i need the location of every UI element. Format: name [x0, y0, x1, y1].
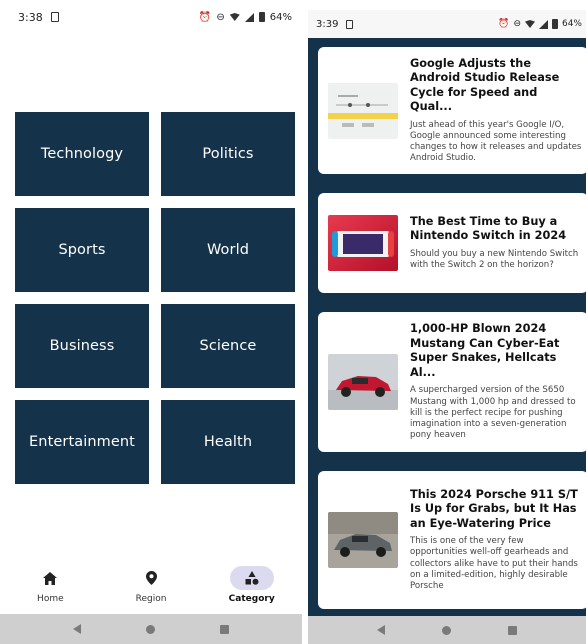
article-description: This is one of the very few opportunitie… — [410, 536, 578, 592]
nav-active-indicator — [229, 566, 274, 590]
alarm-icon: ⏰ — [198, 11, 212, 23]
battery-icon — [258, 12, 265, 22]
sim-icon — [50, 12, 59, 22]
category-sports[interactable]: Sports — [15, 208, 149, 292]
dnd-icon: ⊖ — [513, 19, 521, 29]
category-screen: 3:38 ⏰ ⊖ 64% Technology Politics Sports … — [0, 0, 302, 644]
category-entertainment[interactable]: Entertainment — [15, 400, 149, 484]
category-technology[interactable]: Technology — [15, 112, 149, 196]
article-description: Should you buy a new Nintendo Switch wit… — [410, 248, 579, 270]
category-grid: Technology Politics Sports World Busines… — [15, 112, 295, 484]
article-card[interactable]: The Best Time to Buy a Nintendo Switch i… — [318, 193, 586, 293]
category-world[interactable]: World — [161, 208, 295, 292]
article-thumbnail — [328, 215, 398, 271]
article-thumbnail — [328, 512, 398, 568]
article-card[interactable]: Google Adjusts the Android Studio Releas… — [318, 47, 586, 174]
category-icon — [245, 571, 259, 585]
battery-level-right: 64% — [561, 19, 582, 29]
battery-icon — [551, 19, 558, 29]
category-science[interactable]: Science — [161, 304, 295, 388]
back-icon[interactable] — [72, 624, 81, 634]
system-nav-bar-right — [308, 616, 586, 644]
article-description: A supercharged version of the S650 Musta… — [410, 385, 576, 441]
article-title: The Best Time to Buy a Nintendo Switch i… — [410, 214, 567, 243]
article-card[interactable]: This 2024 Porsche 911 S/T Is Up for Grab… — [318, 471, 586, 609]
nav-category-label: Category — [228, 594, 275, 604]
nav-category[interactable]: Category — [201, 560, 302, 614]
nav-home-label: Home — [37, 594, 64, 604]
home-icon — [43, 571, 58, 585]
battery-level: 64% — [269, 11, 292, 23]
status-bar-right: 3:39 ⏰ ⊖ 64% — [308, 10, 586, 38]
dnd-icon: ⊖ — [216, 11, 225, 23]
status-time-right: 3:39 — [316, 18, 339, 30]
article-card[interactable]: 1,000-HP Blown 2024 Mustang Can Cyber-Ea… — [318, 312, 586, 452]
location-pin-icon — [145, 571, 157, 585]
nav-region-label: Region — [135, 594, 167, 604]
category-health[interactable]: Health — [161, 400, 295, 484]
system-nav-bar — [0, 614, 302, 644]
article-thumbnail — [328, 82, 398, 139]
signal-icon — [244, 12, 254, 22]
wifi-icon — [524, 20, 535, 28]
article-list-screen: 3:39 ⏰ ⊖ 64% Google Adjusts the Android … — [308, 10, 586, 644]
home-circle-icon[interactable] — [441, 625, 451, 635]
signal-icon — [538, 19, 548, 29]
article-description: Just ahead of this year's Google I/O, Go… — [410, 119, 582, 164]
article-title: This 2024 Porsche 911 S/T Is Up for Grab… — [410, 487, 578, 530]
recents-icon[interactable] — [508, 625, 518, 635]
wifi-icon — [229, 13, 240, 21]
article-title: Google Adjusts the Android Studio Releas… — [410, 56, 560, 114]
category-business[interactable]: Business — [15, 304, 149, 388]
recents-icon[interactable] — [220, 624, 230, 634]
home-circle-icon[interactable] — [145, 624, 155, 634]
category-politics[interactable]: Politics — [161, 112, 295, 196]
article-thumbnail — [328, 354, 398, 410]
sim-icon — [346, 19, 354, 29]
nav-region[interactable]: Region — [101, 560, 202, 614]
nav-home[interactable]: Home — [0, 560, 101, 614]
status-time: 3:38 — [18, 10, 43, 24]
status-bar: 3:38 ⏰ ⊖ 64% — [0, 0, 302, 34]
bottom-navigation: Home Region Category — [0, 560, 302, 614]
back-icon[interactable] — [376, 625, 385, 635]
screenshot-stage: 3:38 ⏰ ⊖ 64% Technology Politics Sports … — [0, 0, 586, 644]
article-title: 1,000-HP Blown 2024 Mustang Can Cyber-Ea… — [410, 322, 560, 379]
alarm-icon: ⏰ — [498, 19, 510, 29]
